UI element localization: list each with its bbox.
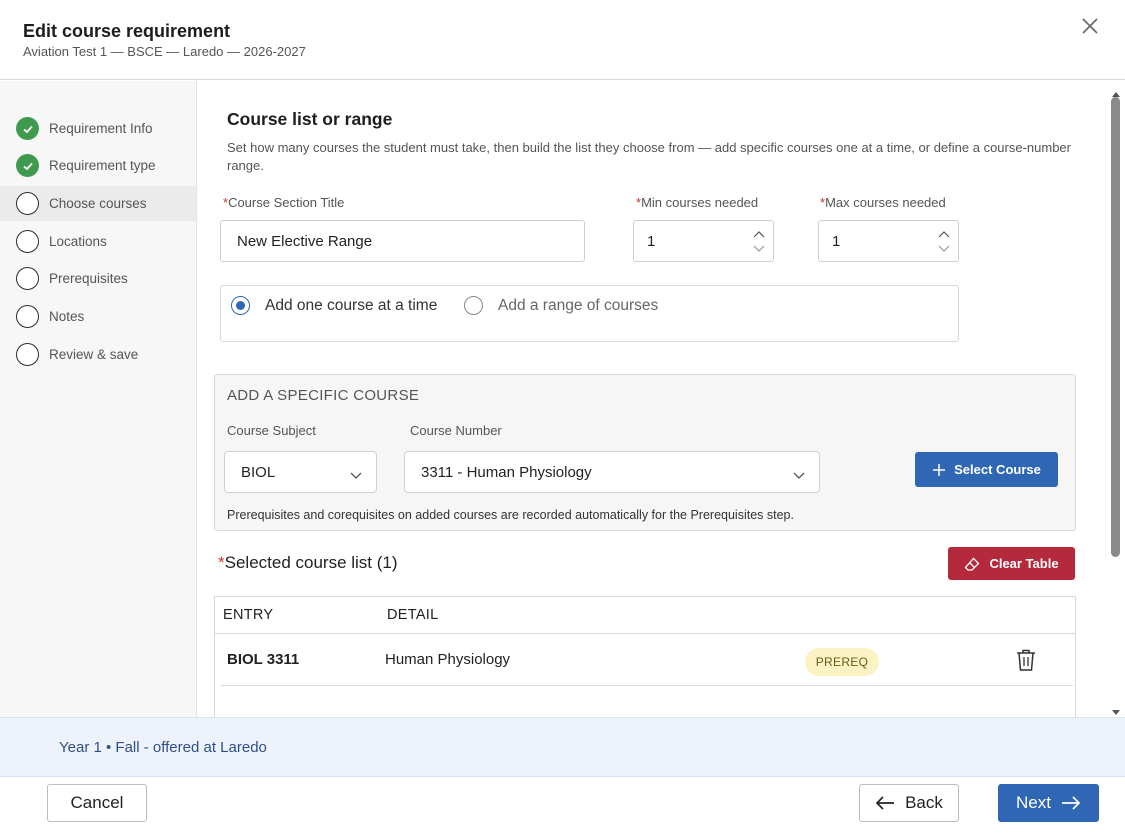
chevron-down-icon	[350, 467, 362, 479]
chevron-down-icon	[793, 467, 805, 479]
step-label: Requirement Info	[49, 121, 153, 136]
course-subject-label: Course Subject	[227, 423, 316, 438]
selected-course-list-title: *Selected course list (1)	[218, 553, 398, 573]
label-text: Course Section Title	[228, 195, 345, 210]
dialog-footer: Cancel Back Next	[0, 778, 1125, 836]
step-label: Locations	[49, 234, 107, 249]
offering-info-strip: Year 1 • Fall - offered at Laredo	[0, 717, 1125, 777]
max-courses-label: *Max courses needed	[820, 195, 946, 210]
course-number-select[interactable]: 3311 - Human Physiology	[404, 451, 820, 493]
course-subject-select[interactable]: BIOL	[224, 451, 377, 493]
spinner-icon[interactable]	[938, 226, 950, 256]
select-course-button[interactable]: Select Course	[915, 452, 1058, 487]
dialog-title: Edit course requirement	[23, 21, 231, 41]
min-courses-stepper[interactable]: 1	[633, 220, 774, 262]
clear-table-button[interactable]: Clear Table	[948, 547, 1075, 580]
required-mark: *	[218, 553, 225, 572]
scroll-up-icon[interactable]	[1111, 85, 1121, 97]
step-notes[interactable]: Notes	[0, 299, 196, 334]
step-circle-icon	[16, 343, 39, 366]
prerequisites-note: Prerequisites and corequisites on added …	[227, 508, 794, 522]
course-number-label: Course Number	[410, 423, 502, 438]
step-requirement-info[interactable]: Requirement Info	[0, 111, 196, 146]
scroll-down-icon[interactable]	[1111, 704, 1121, 715]
selected-course-table: ENTRY DETAIL BIOL 3311 Human Physiology …	[214, 596, 1076, 717]
add-specific-course-panel: ADD A SPECIFIC COURSE Course Subject BIO…	[214, 374, 1076, 531]
column-header-detail: DETAIL	[387, 607, 439, 623]
stepper-sidebar: Requirement Info Requirement type Choose…	[0, 81, 197, 717]
detail-cell: Human Physiology	[385, 651, 511, 668]
eraser-icon	[964, 557, 980, 571]
arrow-left-icon	[875, 795, 895, 811]
step-prerequisites[interactable]: Prerequisites	[0, 261, 196, 296]
radio-unselected-icon	[464, 296, 483, 315]
table-row: BIOL 3311 Human Physiology PREREQ	[221, 634, 1073, 686]
entry-cell: BIOL 3311	[227, 651, 300, 668]
step-label: Prerequisites	[49, 271, 128, 286]
radio-label: Add one course at a time	[265, 296, 438, 314]
select-value: BIOL	[241, 463, 276, 481]
edit-requirement-dialog: Edit course requirement Aviation Test 1 …	[0, 0, 1125, 836]
step-label: Choose courses	[49, 196, 147, 211]
input-value: 1	[647, 232, 656, 250]
step-circle-icon	[16, 267, 39, 290]
step-label: Notes	[49, 309, 85, 324]
trash-icon[interactable]	[1015, 648, 1037, 672]
scrollbar-thumb[interactable]	[1111, 97, 1120, 557]
dialog-subtitle: Aviation Test 1 — BSCE — Laredo — 2026-2…	[23, 44, 306, 59]
panel-title: ADD A SPECIFIC COURSE	[227, 387, 420, 404]
button-label: Next	[1016, 793, 1051, 812]
input-value: New Elective Range	[237, 232, 373, 250]
main-scrollbar[interactable]	[1108, 81, 1125, 717]
min-courses-label: *Min courses needed	[636, 195, 758, 210]
title-text: Selected course list (1)	[224, 553, 398, 572]
spinner-icon[interactable]	[753, 226, 765, 256]
course-section-title-input[interactable]: New Elective Range	[220, 220, 585, 262]
main-content: Course list or range Set how many course…	[198, 81, 1108, 717]
check-icon	[16, 117, 39, 140]
section-description: Set how many courses the student must ta…	[227, 140, 1071, 173]
close-icon[interactable]	[1078, 14, 1102, 38]
back-button[interactable]: Back	[859, 784, 959, 822]
button-label: Clear Table	[989, 556, 1059, 571]
table-header: ENTRY DETAIL	[215, 597, 1075, 634]
plus-icon	[932, 463, 946, 477]
button-label: Select Course	[954, 462, 1041, 477]
step-label: Requirement type	[49, 158, 156, 173]
cancel-button[interactable]: Cancel	[47, 784, 147, 822]
max-courses-stepper[interactable]: 1	[818, 220, 959, 262]
check-icon	[16, 154, 39, 177]
step-circle-icon	[16, 305, 39, 328]
course-section-title-label: *Course Section Title	[223, 195, 344, 210]
prereq-badge: PREREQ	[805, 648, 879, 676]
label-text: Min courses needed	[641, 195, 759, 210]
input-value: 1	[832, 232, 841, 250]
step-locations[interactable]: Locations	[0, 224, 196, 259]
section-title: Course list or range	[227, 109, 393, 129]
step-choose-courses[interactable]: Choose courses	[0, 186, 196, 221]
step-circle-icon	[16, 230, 39, 253]
add-mode-radio-group: Add one course at a time Add a range of …	[220, 285, 959, 342]
label-text: Max courses needed	[825, 195, 946, 210]
arrow-right-icon	[1061, 795, 1081, 811]
button-label: Back	[905, 793, 943, 812]
offering-info-text: Year 1 • Fall - offered at Laredo	[59, 739, 267, 756]
radio-label: Add a range of courses	[498, 296, 659, 314]
step-label: Review & save	[49, 347, 139, 362]
radio-selected-icon	[231, 296, 250, 315]
radio-add-range[interactable]: Add a range of courses	[464, 296, 658, 315]
column-header-entry: ENTRY	[223, 607, 274, 623]
next-button[interactable]: Next	[998, 784, 1099, 822]
dialog-header: Edit course requirement Aviation Test 1 …	[0, 0, 1125, 80]
step-circle-icon	[16, 192, 39, 215]
step-review-save[interactable]: Review & save	[0, 337, 196, 372]
radio-add-one[interactable]: Add one course at a time	[231, 296, 437, 315]
select-value: 3311 - Human Physiology	[421, 463, 592, 481]
step-requirement-type[interactable]: Requirement type	[0, 148, 196, 183]
